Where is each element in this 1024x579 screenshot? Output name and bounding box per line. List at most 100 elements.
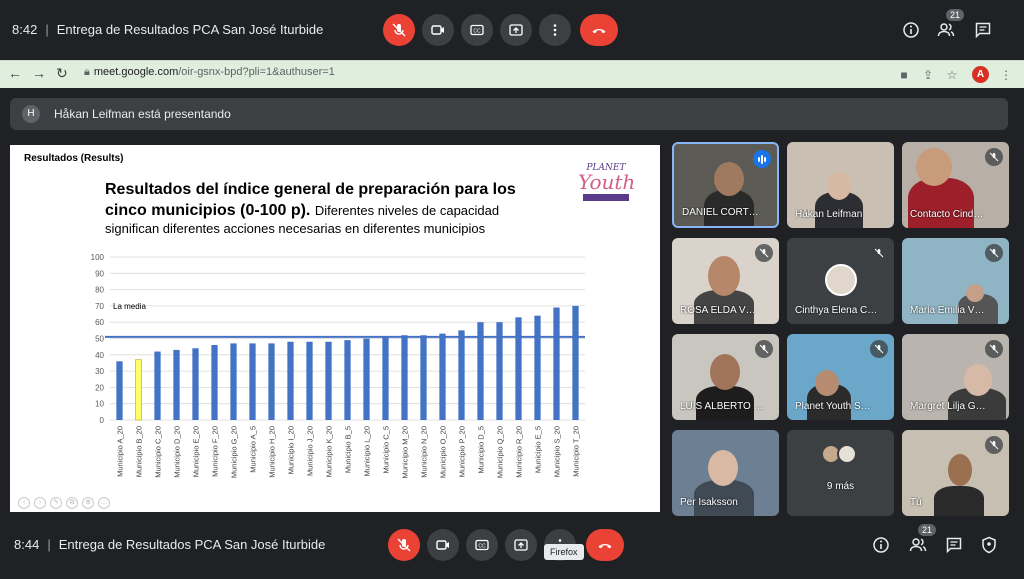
lock-icon: 🔒︎ xyxy=(84,66,90,78)
chat-button[interactable] xyxy=(942,533,966,557)
participant-tile[interactable]: Maria Emilia V… xyxy=(902,238,1009,324)
camera-indicator-icon[interactable]: ■ xyxy=(896,67,912,83)
slide-label: Resultados (Results) xyxy=(24,153,124,164)
mic-off-icon xyxy=(397,538,411,552)
pen-icon[interactable]: ✎ xyxy=(50,497,62,509)
meeting-details-button[interactable] xyxy=(899,18,923,42)
x-tick-label: Municipio M_20 xyxy=(401,426,410,479)
participant-tile[interactable]: Planet Youth S… xyxy=(787,334,894,420)
leave-call-button[interactable] xyxy=(586,529,624,561)
meeting-details-button[interactable] xyxy=(869,533,893,557)
muted-indicator xyxy=(755,244,773,262)
presenting-text: Håkan Leifman está presentando xyxy=(54,107,231,121)
leave-call-button[interactable] xyxy=(580,14,618,46)
more-icon[interactable]: … xyxy=(98,497,110,509)
participant-count-badge: 21 xyxy=(918,524,937,536)
svg-text:CC: CC xyxy=(478,544,486,550)
prev-slide-icon[interactable]: ‹ xyxy=(18,497,30,509)
x-tick-label: Municipio A_20 xyxy=(116,426,125,477)
chart-bar xyxy=(192,348,199,420)
browser-menu-icon[interactable]: ⋮ xyxy=(998,67,1014,83)
meeting-title: Entrega de Resultados PCA San José Iturb… xyxy=(58,537,326,552)
captions-button[interactable]: CC xyxy=(466,529,498,561)
participant-tile[interactable]: ROSA ELDA V… xyxy=(672,238,779,324)
chart-bar xyxy=(249,343,256,420)
x-tick-label: Municipio N_20 xyxy=(420,426,429,478)
zoom-icon[interactable]: ⊕ xyxy=(82,497,94,509)
chat-icon xyxy=(975,22,991,39)
profile-avatar[interactable]: A xyxy=(972,66,989,83)
host-controls-button[interactable] xyxy=(977,533,1001,557)
shield-icon xyxy=(982,536,996,554)
x-tick-label: Municipio B_5 xyxy=(344,426,353,473)
people-button[interactable] xyxy=(906,533,930,557)
meeting-info: 8:44 | Entrega de Resultados PCA San Jos… xyxy=(14,537,325,552)
present-icon xyxy=(514,539,528,551)
participant-tile[interactable]: Cinthya Elena C… xyxy=(787,238,894,324)
participant-name: LUIS ALBERTO … xyxy=(680,401,764,412)
meeting-time: 8:44 xyxy=(14,537,40,552)
x-tick-label: Municipio E_5 xyxy=(534,426,543,473)
back-icon[interactable]: ← xyxy=(8,65,22,81)
x-tick-label: Municipio Q_20 xyxy=(496,426,505,478)
x-tick-label: Municipio E_20 xyxy=(192,426,201,477)
captions-button[interactable]: CC xyxy=(461,14,493,46)
mic-off-button[interactable] xyxy=(388,529,420,561)
logo-youth-text: Youth xyxy=(578,170,636,194)
participant-tile[interactable]: Per Isaksson xyxy=(672,430,779,516)
presentation-slide: Resultados (Results) Resultados del índi… xyxy=(10,145,660,512)
muted-indicator xyxy=(985,148,1003,166)
chart-bar xyxy=(344,340,351,420)
participant-tile[interactable]: LUIS ALBERTO … xyxy=(672,334,779,420)
participant-name: Margrét Lilja G… xyxy=(910,401,986,412)
next-slide-icon[interactable]: › xyxy=(34,497,46,509)
participant-tile[interactable]: Håkan Leifman xyxy=(787,142,894,228)
chart-bar xyxy=(211,345,218,420)
chart-bar xyxy=(268,343,275,420)
x-tick-label: Municipio K_20 xyxy=(325,426,334,477)
muted-indicator xyxy=(870,340,888,358)
self-tile[interactable]: Tú xyxy=(902,430,1009,516)
x-tick-label: Municipio D_5 xyxy=(477,426,486,474)
copy-icon[interactable]: ⧉ xyxy=(66,497,78,509)
forward-icon[interactable]: → xyxy=(32,65,46,81)
y-tick-label: 0 xyxy=(100,416,105,425)
present-button[interactable] xyxy=(500,14,532,46)
browser-toolbar: ← → ↻ 🔒︎ meet.google.com/oir-gsnx-bpd?pli… xyxy=(0,60,1024,88)
participant-name: Tú xyxy=(910,497,922,508)
address-bar[interactable]: 🔒︎ meet.google.com/oir-gsnx-bpd?pli=1&aut… xyxy=(84,66,335,79)
mic-off-icon xyxy=(989,152,999,162)
captions-icon: CC xyxy=(475,539,489,551)
muted-indicator xyxy=(755,340,773,358)
x-tick-label: Municipio R_20 xyxy=(515,426,524,478)
participant-face xyxy=(714,162,744,196)
reload-icon[interactable]: ↻ xyxy=(56,65,68,82)
chat-button[interactable] xyxy=(971,18,995,42)
chart-bar xyxy=(553,307,560,420)
bookmark-star-icon[interactable]: ☆ xyxy=(944,67,960,83)
participant-tile[interactable]: DANIEL CORT… xyxy=(672,142,779,228)
separator: | xyxy=(45,22,49,37)
x-tick-label: Municipio B_20 xyxy=(135,426,144,477)
participant-face xyxy=(966,284,984,302)
x-tick-label: Municipio C_5 xyxy=(382,426,391,474)
hang-up-icon xyxy=(598,544,612,549)
participant-tile[interactable]: Contacto Cind… xyxy=(902,142,1009,228)
mic-off-icon xyxy=(392,23,406,37)
bar-chart: 0 10 20 30 40 50 60 70 80 90 100 Municipio A_20 Muni… xyxy=(91,253,585,479)
participant-name: Planet Youth S… xyxy=(795,401,871,412)
more-options-button[interactable] xyxy=(539,14,571,46)
separator: | xyxy=(47,537,51,552)
y-tick-label: 70 xyxy=(95,302,104,311)
share-icon[interactable]: ⇪ xyxy=(920,67,936,83)
present-button[interactable] xyxy=(505,529,537,561)
participant-tile[interactable]: Margrét Lilja G… xyxy=(902,334,1009,420)
mic-off-button[interactable] xyxy=(383,14,415,46)
y-tick-label: 100 xyxy=(91,253,105,262)
x-tick-label: Municipio L_20 xyxy=(363,426,372,476)
people-button[interactable] xyxy=(934,18,958,42)
more-vert-icon xyxy=(553,24,557,36)
camera-button[interactable] xyxy=(427,529,459,561)
more-participants-tile[interactable]: 9 más xyxy=(787,430,894,516)
camera-button[interactable] xyxy=(422,14,454,46)
